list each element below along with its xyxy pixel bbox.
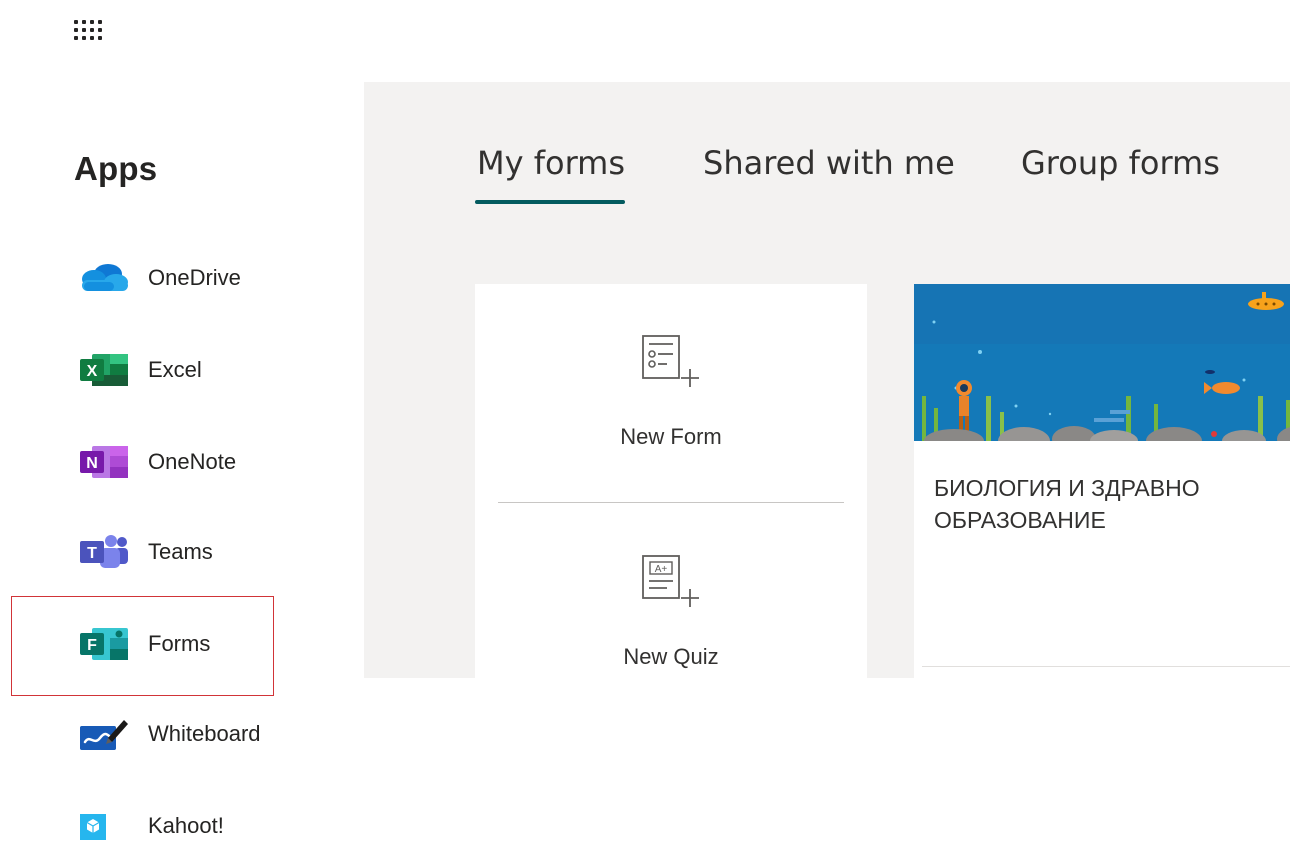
onedrive-icon: [78, 260, 130, 296]
teams-icon: T: [78, 534, 130, 570]
app-label: OneNote: [148, 449, 237, 474]
svg-text:N: N: [86, 455, 98, 472]
form-thumbnail-image: [914, 284, 1290, 455]
svg-text:X: X: [87, 363, 98, 380]
app-launcher-icon[interactable]: [72, 16, 104, 48]
form-title: БИОЛОГИЯ И ЗДРАВНО ОБРАЗОВАНИЕ: [934, 475, 1200, 533]
whiteboard-icon: [78, 716, 130, 752]
kahoot-icon: [78, 808, 130, 844]
new-form-label: New Form: [620, 424, 722, 449]
app-item-whiteboard[interactable]: Whiteboard: [78, 714, 318, 754]
forms-highlight-box: [11, 596, 274, 696]
app-item-teams[interactable]: T Teams: [78, 532, 318, 572]
svg-text:T: T: [87, 545, 97, 562]
tab-group-forms[interactable]: Group forms: [1021, 144, 1220, 182]
selected-tab-indicator: [475, 200, 625, 204]
new-quiz-icon: A+: [641, 554, 703, 614]
app-item-onedrive[interactable]: OneDrive: [78, 258, 318, 298]
form-card[interactable]: БИОЛОГИЯ И ЗДРАВНО ОБРАЗОВАНИЕ: [914, 284, 1290, 678]
divider: [922, 666, 1290, 667]
app-label: Kahoot!: [148, 813, 224, 838]
forms-panel: My forms Shared with me Group forms New …: [364, 82, 1290, 678]
excel-icon: X: [78, 352, 130, 388]
new-form-icon: [641, 334, 703, 394]
app-label: Whiteboard: [148, 721, 261, 746]
divider: [498, 502, 844, 503]
tab-shared-with-me[interactable]: Shared with me: [703, 144, 955, 182]
onenote-icon: N: [78, 444, 130, 480]
new-quiz-button[interactable]: A+ New Quiz: [475, 544, 867, 674]
app-label: Excel: [148, 357, 202, 382]
app-label: Teams: [148, 539, 213, 564]
svg-text:A+: A+: [655, 564, 668, 575]
app-label: OneDrive: [148, 265, 241, 290]
app-item-kahoot[interactable]: Kahoot!: [78, 806, 318, 845]
tab-my-forms[interactable]: My forms: [477, 144, 625, 182]
app-item-excel[interactable]: X Excel: [78, 350, 318, 390]
apps-heading: Apps: [74, 150, 158, 187]
new-form-button[interactable]: New Form: [475, 324, 867, 454]
new-form-card: New Form A+ New Quiz: [475, 284, 867, 678]
new-quiz-label: New Quiz: [623, 644, 719, 669]
app-item-onenote[interactable]: N OneNote: [78, 442, 318, 482]
